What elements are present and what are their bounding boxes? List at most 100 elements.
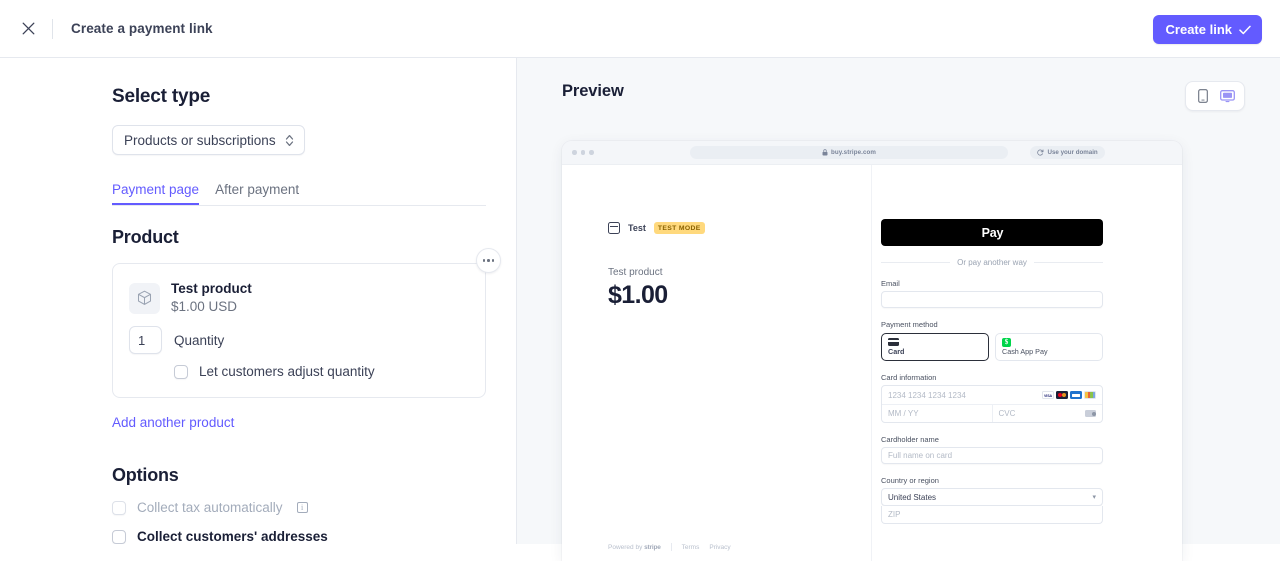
- privacy-link[interactable]: Privacy: [709, 544, 730, 551]
- merchant-row: Test TEST MODE: [608, 222, 705, 234]
- options-heading: Options: [112, 465, 179, 486]
- checkout-summary: Test TEST MODE Test product $1.00 Powere…: [562, 165, 872, 561]
- checkout-product-label: Test product: [608, 267, 663, 278]
- chevron-down-icon: ▾: [1092, 494, 1096, 501]
- preview-panel: Preview buy.stripe.com Use your domain T…: [517, 58, 1280, 561]
- close-icon: [22, 22, 34, 35]
- tab-after-payment[interactable]: After payment: [215, 182, 299, 205]
- or-divider: Or pay another way: [881, 258, 1103, 267]
- collect-tax-label: Collect tax automatically: [137, 500, 283, 516]
- email-label: Email: [881, 279, 900, 288]
- product-summary: Test product $1.00 USD: [129, 280, 469, 316]
- collect-tax-checkbox[interactable]: [112, 500, 126, 515]
- powered-by-text: Powered by: [608, 543, 643, 551]
- device-desktop-button[interactable]: [1216, 86, 1238, 106]
- cvc-placeholder: CVC: [998, 409, 1016, 418]
- more-dot: [491, 259, 495, 262]
- device-mobile-button[interactable]: [1192, 86, 1214, 106]
- create-link-button[interactable]: Create link: [1152, 15, 1262, 44]
- stripe-wordmark: stripe: [644, 543, 661, 551]
- card-number-input[interactable]: 1234 1234 1234 1234: [882, 386, 1102, 404]
- device-toggle: [1185, 81, 1245, 111]
- card-brand-icons: [1042, 391, 1096, 399]
- card-expiry-input[interactable]: MM / YY: [882, 405, 992, 422]
- top-bar: Create a payment link Create link: [0, 0, 1280, 58]
- checkout-amount: $1.00: [608, 281, 668, 309]
- adjust-quantity-row: Let customers adjust quantity: [174, 364, 469, 379]
- create-link-label: Create link: [1165, 22, 1232, 37]
- browser-chrome: buy.stripe.com Use your domain: [562, 141, 1182, 165]
- or-divider-label: Or pay another way: [957, 258, 1027, 267]
- type-select[interactable]: Products or subscriptions: [112, 125, 305, 155]
- cardholder-name-input[interactable]: Full name on card: [881, 447, 1103, 464]
- product-price: $1.00 USD: [171, 299, 238, 315]
- card-cvc-input[interactable]: CVC: [991, 405, 1103, 422]
- apple-pay-label: Pay: [981, 225, 1004, 240]
- form-tabs: Payment page After payment: [112, 182, 486, 206]
- window-dot: [580, 150, 585, 155]
- checkout-form: Pay Or pay another way Email Payment met…: [872, 165, 1182, 561]
- amex-icon: [1070, 391, 1082, 399]
- terms-link[interactable]: Terms: [682, 544, 700, 551]
- url-text: buy.stripe.com: [831, 149, 876, 156]
- email-input[interactable]: [881, 291, 1103, 308]
- quantity-input[interactable]: [129, 326, 162, 355]
- card-information-group: 1234 1234 1234 1234 VISA MM / YY CVC: [881, 385, 1103, 423]
- card-expiry-cvc-row: MM / YY CVC: [882, 404, 1102, 422]
- product-card: Test product $1.00 USD Quantity Let cust…: [112, 248, 501, 399]
- store-icon: [608, 222, 620, 234]
- divider-line: [1033, 262, 1103, 263]
- close-button[interactable]: [14, 15, 42, 43]
- toolbar-divider: [52, 18, 53, 39]
- info-icon[interactable]: i: [296, 502, 308, 514]
- country-select-value: United States: [888, 492, 937, 502]
- lock-icon: [822, 149, 828, 156]
- more-dot: [487, 259, 490, 262]
- chevron-updown-icon: [285, 134, 293, 146]
- preview-heading: Preview: [562, 82, 624, 100]
- card-number-placeholder: 1234 1234 1234 1234: [888, 390, 966, 400]
- adjust-quantity-label: Let customers adjust quantity: [199, 364, 375, 380]
- collect-addresses-checkbox[interactable]: [112, 529, 126, 544]
- option-collect-tax: Collect tax automatically i: [112, 500, 484, 515]
- product-name: Test product: [171, 281, 252, 296]
- cardholder-name-label: Cardholder name: [881, 435, 939, 444]
- collect-addresses-label: Collect customers' addresses: [137, 529, 328, 544]
- visa-icon: [1042, 391, 1054, 399]
- page-title: Create a payment link: [71, 21, 213, 36]
- cvc-hint-icon: [1085, 410, 1096, 417]
- footer-divider: [670, 543, 672, 551]
- adjust-quantity-checkbox[interactable]: [174, 364, 188, 379]
- credit-card-icon: [888, 338, 899, 346]
- tab-payment-page[interactable]: Payment page: [112, 182, 199, 205]
- window-controls: [572, 150, 594, 155]
- country-select[interactable]: United States ▾: [881, 488, 1103, 506]
- use-your-domain-button[interactable]: Use your domain: [1030, 146, 1105, 159]
- product-heading: Product: [112, 227, 179, 247]
- payment-method-card[interactable]: Card: [881, 333, 989, 361]
- divider-line: [881, 262, 951, 263]
- mastercard-icon: [1056, 391, 1068, 399]
- form-panel: Select type Products or subscriptions Pa…: [0, 58, 517, 544]
- option-collect-addresses: Collect customers' addresses: [112, 529, 484, 544]
- discover-icon: [1084, 391, 1096, 399]
- select-type-heading: Select type: [112, 86, 211, 107]
- desktop-icon: [1219, 89, 1235, 102]
- checkout-page: Test TEST MODE Test product $1.00 Powere…: [562, 165, 1182, 561]
- add-another-product-link[interactable]: Add another product: [112, 415, 234, 430]
- mobile-icon: [1198, 89, 1208, 103]
- powered-by-stripe: Powered by stripe: [608, 544, 661, 551]
- payment-method-options: Card $ Cash App Pay: [881, 333, 1103, 361]
- discover-stripe: [1092, 392, 1095, 398]
- country-region-label: Country or region: [881, 476, 939, 485]
- merchant-name: Test: [628, 223, 646, 233]
- type-select-value: Products or subscriptions: [124, 132, 276, 148]
- quantity-label: Quantity: [174, 332, 225, 348]
- payment-method-cashapp[interactable]: $ Cash App Pay: [995, 333, 1103, 361]
- window-dot: [589, 150, 594, 155]
- zip-input[interactable]: ZIP: [881, 506, 1103, 524]
- product-more-button[interactable]: [476, 248, 501, 273]
- checkout-footer: Powered by stripe Terms Privacy: [608, 543, 731, 551]
- use-your-domain-label: Use your domain: [1047, 149, 1098, 156]
- apple-pay-button[interactable]: Pay: [881, 219, 1103, 246]
